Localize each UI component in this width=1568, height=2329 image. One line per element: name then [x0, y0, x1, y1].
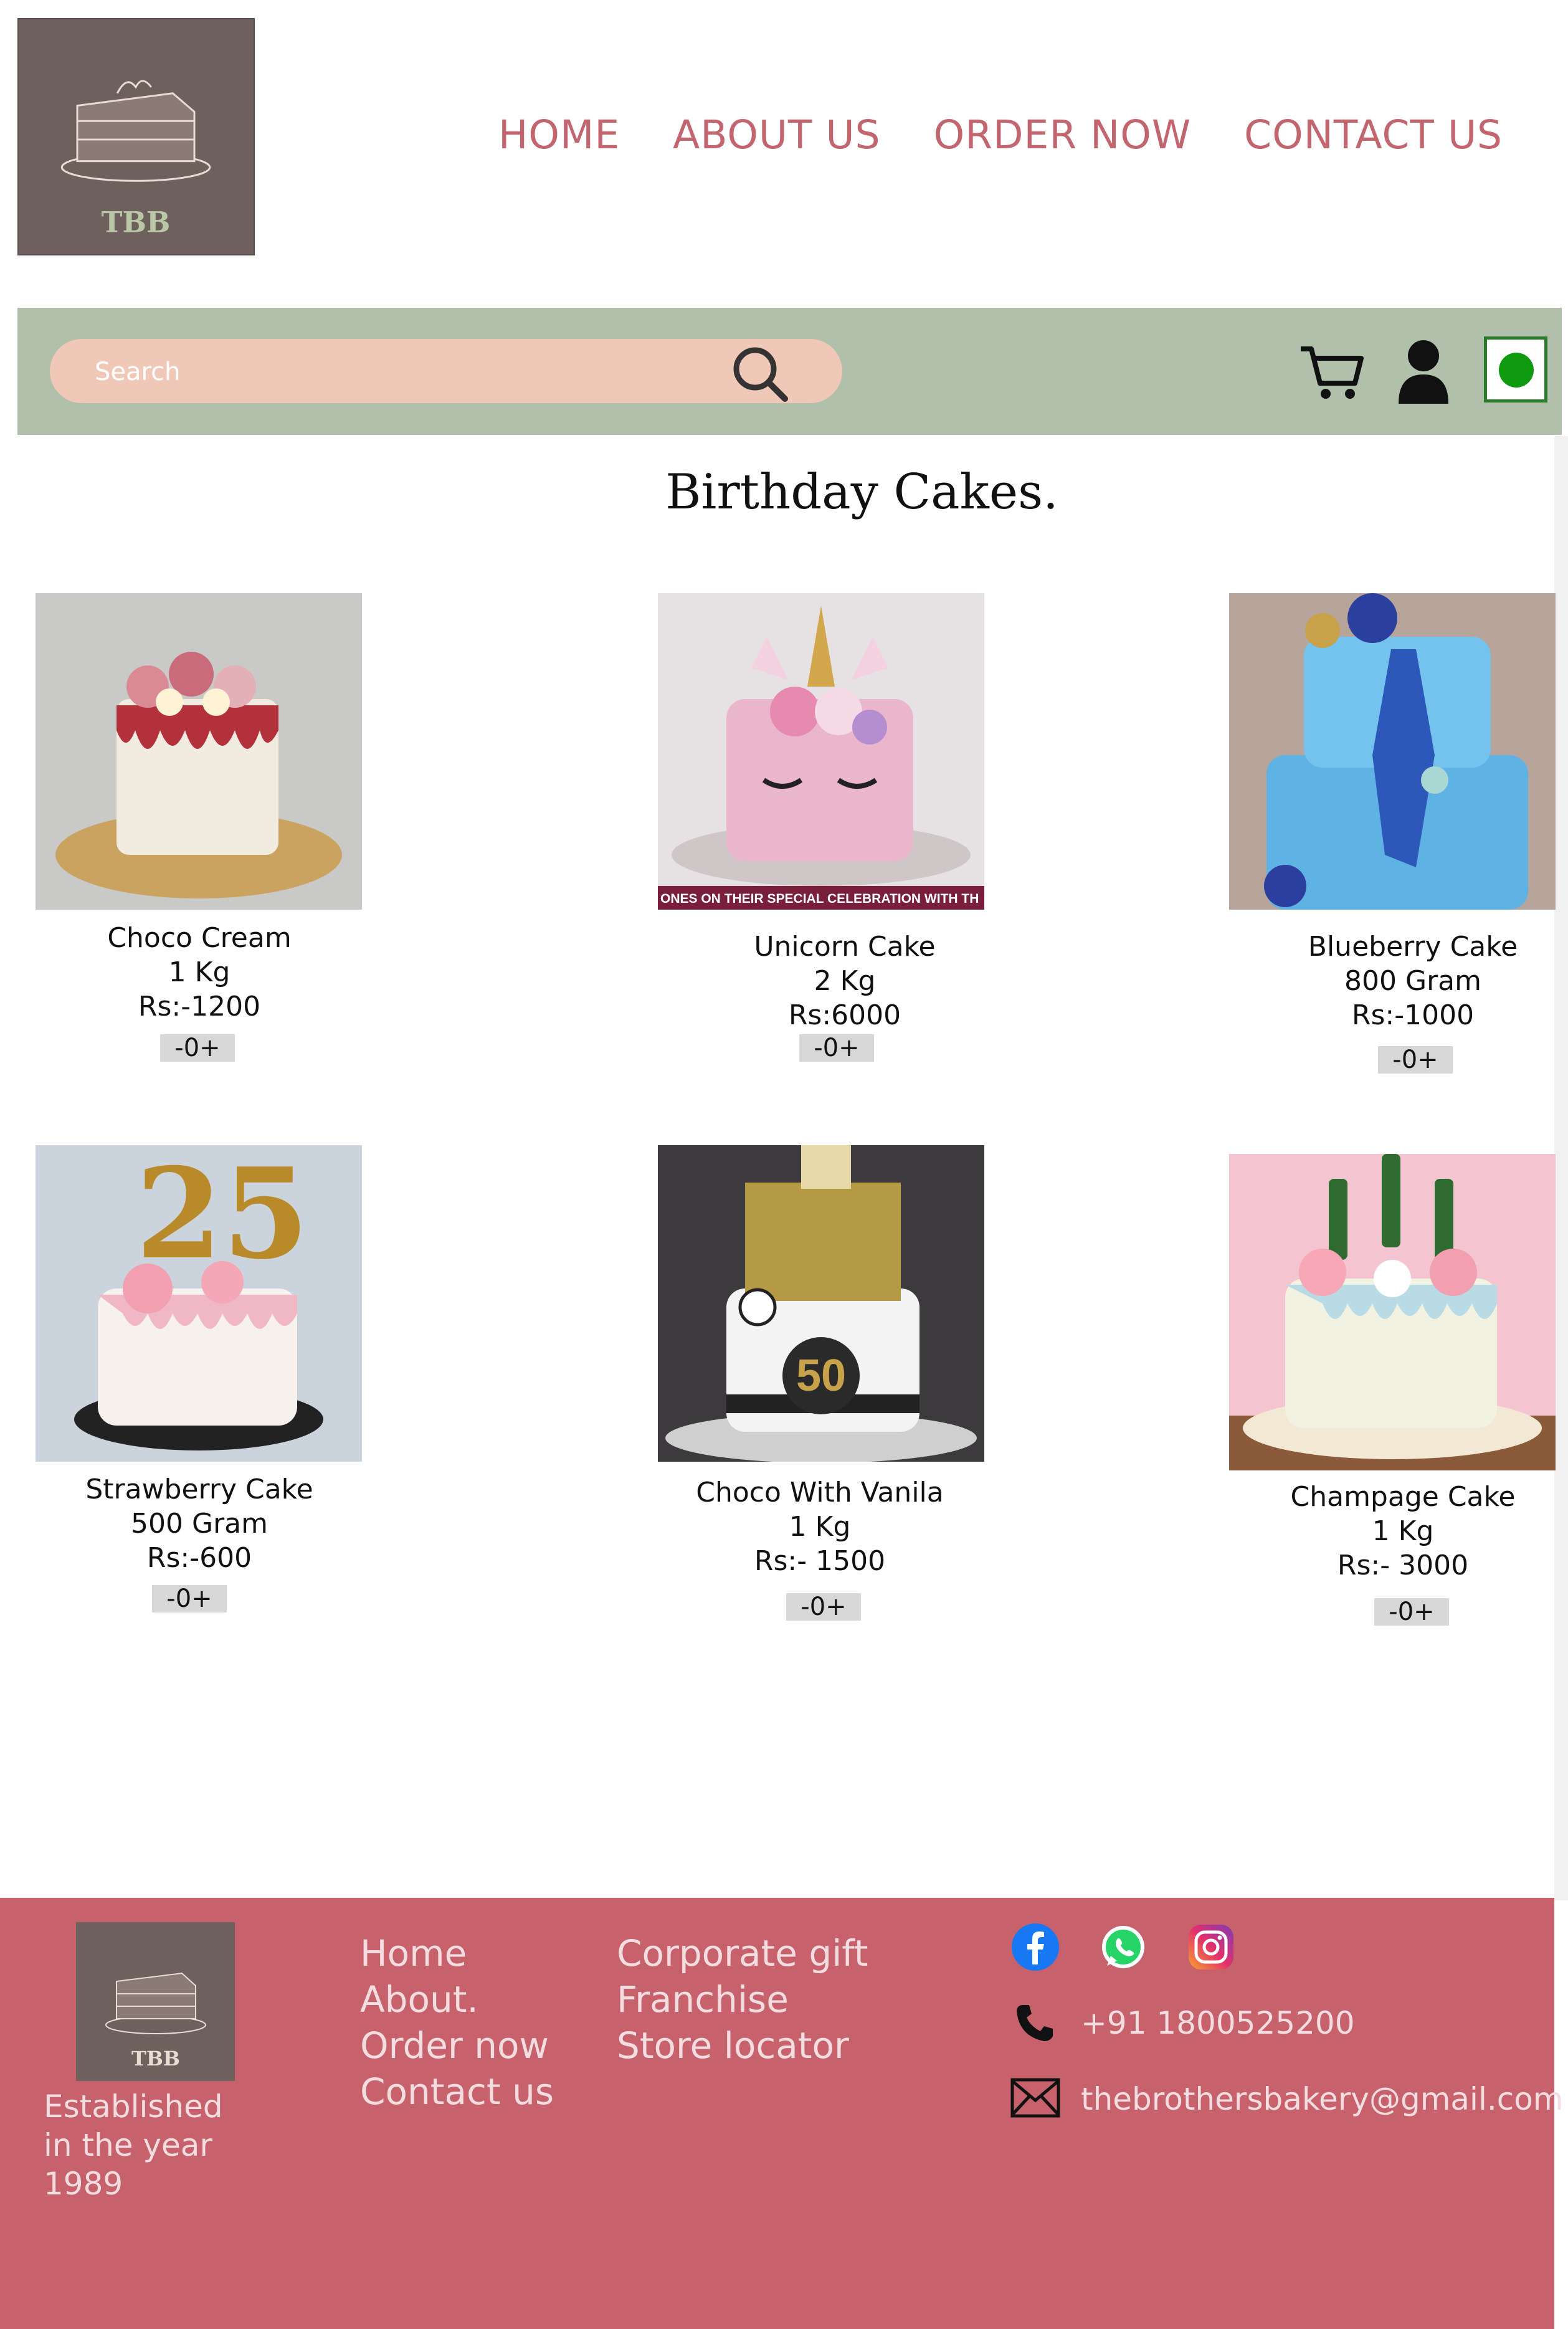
- product-price: Rs:- 3000: [1337, 1550, 1469, 1581]
- status-dot: [1499, 353, 1534, 388]
- product-weight: 1 Kg: [168, 956, 230, 988]
- brand-logo[interactable]: TBB: [17, 18, 255, 255]
- product-price: Rs:-1200: [138, 991, 261, 1022]
- quantity-stepper[interactable]: -0+: [1374, 1598, 1449, 1626]
- product-price: Rs:-600: [146, 1542, 252, 1574]
- quantity-stepper[interactable]: -0+: [152, 1585, 227, 1612]
- logo-text: TBB: [102, 205, 171, 239]
- product-info: Choco Cream 1 Kg Rs:-1200: [0, 921, 417, 1024]
- product-image-choco-with-vanila[interactable]: 50: [658, 1145, 984, 1462]
- phone-icon: [1013, 2001, 1057, 2045]
- product-price: Rs:- 1500: [754, 1545, 886, 1577]
- nav-contact-us[interactable]: CONTACT US: [1244, 112, 1503, 158]
- nav-home[interactable]: HOME: [498, 112, 620, 158]
- quantity-stepper[interactable]: -0+: [160, 1034, 235, 1062]
- footer-link-home[interactable]: Home: [360, 1930, 554, 1976]
- cart-icon[interactable]: [1298, 336, 1366, 405]
- quantity-stepper[interactable]: -0+: [1378, 1046, 1453, 1074]
- instagram-icon[interactable]: [1186, 1922, 1236, 1972]
- product-info: Choco With Vanila 1 Kg Rs:- 1500: [602, 1475, 1038, 1578]
- product-weight: 1 Kg: [1372, 1515, 1434, 1547]
- product-weight: 1 Kg: [789, 1511, 851, 1543]
- product-image-choco-cream[interactable]: [36, 593, 362, 910]
- product-name: Strawberry Cake: [85, 1474, 313, 1505]
- mail-icon: [1010, 2078, 1060, 2118]
- nav-about-us[interactable]: ABOUT US: [673, 112, 881, 158]
- footer-links-col1: Home About. Order now Contact us: [360, 1930, 554, 2115]
- image-banner-text: ONES ON THEIR SPECIAL CELEBRATION WITH T…: [660, 892, 979, 906]
- product-weight: 500 Gram: [131, 1508, 268, 1540]
- footer-link-contact-us[interactable]: Contact us: [360, 2069, 554, 2115]
- footer-link-about[interactable]: About.: [360, 1976, 554, 2022]
- product-info: Unicorn Cake 2 Kg Rs:6000: [627, 930, 1063, 1032]
- footer-links-col2: Corporate gift Franchise Store locator: [617, 1930, 868, 2069]
- product-name: Champage Cake: [1290, 1481, 1516, 1513]
- established-text: Established in the year 1989: [44, 2088, 223, 2202]
- facebook-icon[interactable]: [1010, 1922, 1060, 1972]
- product-image-blueberry-cake[interactable]: [1229, 593, 1556, 910]
- product-weight: 2 Kg: [814, 965, 876, 997]
- product-image-unicorn-cake[interactable]: ONES ON THEIR SPECIAL CELEBRATION WITH T…: [658, 593, 984, 910]
- email-address[interactable]: thebrothersbakery@gmail.com: [1081, 2081, 1564, 2117]
- product-name: Choco Cream: [107, 922, 292, 954]
- whatsapp-icon[interactable]: [1098, 1922, 1148, 1972]
- product-image-strawberry-cake[interactable]: 25: [36, 1145, 362, 1462]
- footer-link-store-locator[interactable]: Store locator: [617, 2022, 868, 2069]
- product-image-champage-cake[interactable]: [1229, 1154, 1556, 1470]
- product-weight: 800 Gram: [1344, 965, 1481, 997]
- page-title: Birthday Cakes.: [665, 464, 1058, 520]
- product-price: Rs:6000: [788, 999, 901, 1031]
- search-input[interactable]: [93, 349, 706, 395]
- cake-logo-illustration: TBB: [19, 19, 254, 254]
- footer-link-franchise[interactable]: Franchise: [617, 1976, 868, 2022]
- footer-link-corporate-gift[interactable]: Corporate gift: [617, 1930, 868, 1976]
- footer-link-order-now[interactable]: Order now: [360, 2022, 554, 2069]
- quantity-stepper[interactable]: -0+: [786, 1593, 861, 1621]
- search-icon[interactable]: [729, 343, 791, 405]
- status-indicator[interactable]: [1484, 336, 1547, 402]
- product-info: Blueberry Cake 800 Gram Rs:-1000: [1195, 930, 1568, 1032]
- product-name: Unicorn Cake: [754, 931, 936, 963]
- nav-order-now[interactable]: ORDER NOW: [934, 112, 1192, 158]
- footer-logo[interactable]: TBB: [76, 1922, 235, 2081]
- product-price: Rs:-1000: [1351, 999, 1475, 1031]
- footer-logo-text: TBB: [131, 2047, 180, 2070]
- product-name: Choco With Vanila: [696, 1477, 944, 1508]
- quantity-stepper[interactable]: -0+: [799, 1034, 874, 1062]
- main-nav: HOME ABOUT US ORDER NOW CONTACT US: [498, 112, 1503, 158]
- product-info: Champage Cake 1 Kg Rs:- 3000: [1185, 1480, 1568, 1583]
- svg-text:50: 50: [796, 1351, 846, 1401]
- scrollbar[interactable]: [1554, 436, 1568, 1900]
- product-info: Strawberry Cake 500 Gram Rs:-600: [0, 1472, 417, 1575]
- product-name: Blueberry Cake: [1308, 931, 1518, 963]
- phone-number[interactable]: +91 1800525200: [1081, 2005, 1355, 2041]
- user-icon[interactable]: [1395, 338, 1452, 404]
